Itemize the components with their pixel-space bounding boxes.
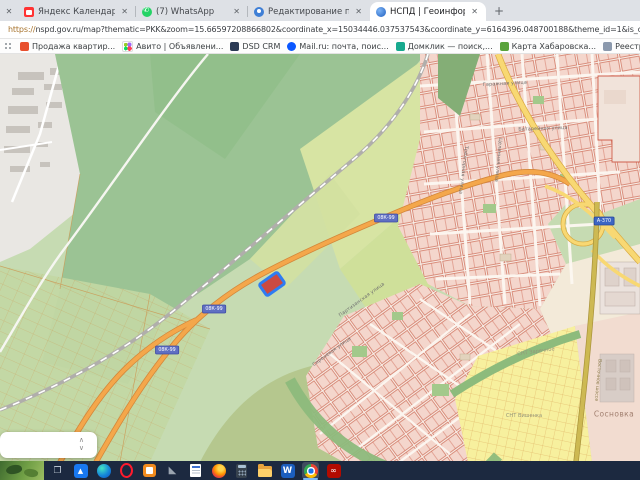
map-bottom-panel[interactable]: ∧ ∨ bbox=[0, 432, 97, 458]
bookmark-label: Карта Хабаровска... bbox=[511, 41, 597, 51]
bookmark-city-map[interactable]: Карта Хабаровска... bbox=[499, 41, 597, 51]
tab-yandex-calendar[interactable]: Яндекс Календарь ✕ bbox=[18, 2, 136, 21]
url-text: nspd.gov.ru/map?thematic=PKK&zoom=15.665… bbox=[35, 25, 640, 34]
opera-icon[interactable] bbox=[118, 462, 135, 479]
bookmark-mailru[interactable]: Mail.ru: почта, поис... bbox=[287, 41, 389, 51]
news-widget-image[interactable] bbox=[0, 461, 44, 480]
windows-taskbar: ❐ ▲ ◣ W ∞ bbox=[0, 461, 640, 480]
crm-favicon bbox=[254, 6, 264, 17]
tab-close-icon[interactable]: ✕ bbox=[353, 7, 364, 16]
road-badge: 08К-99 bbox=[155, 345, 179, 355]
tab-close-icon[interactable]: ✕ bbox=[469, 7, 480, 16]
browser-tab-strip: ✕ Яндекс Календарь ✕ (7) WhatsApp ✕ Реда… bbox=[0, 0, 640, 21]
file-explorer-icon[interactable] bbox=[256, 462, 273, 479]
place-label-sosnovka: Сосновка bbox=[593, 409, 635, 419]
yandex-disk-icon[interactable]: ▲ bbox=[72, 462, 89, 479]
task-view-icon[interactable]: ❐ bbox=[49, 462, 66, 479]
chevron-up-icon[interactable]: ∧ bbox=[79, 436, 84, 444]
city-map-favicon bbox=[499, 41, 509, 51]
bookmark-label: DSD CRM bbox=[242, 41, 281, 51]
url-protocol: https:// bbox=[8, 25, 36, 34]
mailru-favicon bbox=[287, 41, 297, 51]
acrobat-icon[interactable]: ∞ bbox=[325, 462, 342, 479]
tab-label: (7) WhatsApp bbox=[156, 6, 215, 17]
tab-whatsapp[interactable]: (7) WhatsApp ✕ bbox=[136, 2, 248, 21]
apps-grid-icon[interactable] bbox=[4, 41, 13, 51]
screen: ✕ Яндекс Календарь ✕ (7) WhatsApp ✕ Реда… bbox=[0, 0, 640, 480]
edge-icon[interactable] bbox=[95, 462, 112, 479]
tab-label: НСПД | Геоинформационный bbox=[390, 6, 466, 17]
bookmark-label: Реестр объектов н... bbox=[615, 41, 640, 51]
chrome-icon[interactable] bbox=[302, 462, 319, 480]
road-badge: 08К-99 bbox=[202, 304, 226, 314]
bookmark-realty[interactable]: Продажа квартир... bbox=[20, 41, 116, 51]
tool-icon[interactable]: ◣ bbox=[164, 462, 181, 479]
tab-close-icon[interactable]: ✕ bbox=[4, 7, 15, 16]
yandex-calendar-favicon bbox=[24, 6, 34, 17]
bookmark-registry[interactable]: Реестр объектов н... bbox=[603, 41, 640, 51]
dsd-crm-favicon bbox=[230, 41, 240, 51]
firefox-icon[interactable] bbox=[210, 462, 227, 479]
tab-nspd-active[interactable]: НСПД | Геоинформационный ✕ bbox=[370, 2, 486, 21]
calculator-icon[interactable] bbox=[233, 462, 250, 479]
bookmark-avito[interactable]: Авито | Объявлени... bbox=[122, 40, 224, 52]
whatsapp-favicon bbox=[142, 6, 152, 17]
document-icon[interactable] bbox=[187, 462, 204, 479]
realty-favicon bbox=[20, 41, 29, 51]
area-label: СНТ Вишенка bbox=[505, 412, 543, 419]
domclick-favicon bbox=[395, 41, 405, 51]
tab-label: Яндекс Календарь bbox=[38, 6, 116, 17]
tab-stub[interactable]: ✕ bbox=[0, 2, 18, 21]
map-render bbox=[0, 54, 640, 462]
bookmark-dsd-crm[interactable]: DSD CRM bbox=[230, 41, 281, 51]
bookmark-label: Mail.ru: почта, поис... bbox=[299, 41, 389, 51]
registry-favicon bbox=[603, 41, 613, 51]
tab-crm-seller[interactable]: Редактирование продавца с ✕ bbox=[248, 2, 370, 21]
tab-label: Редактирование продавца с bbox=[268, 6, 350, 17]
bookmarks-bar: Продажа квартир... Авито | Объявлени... … bbox=[0, 39, 640, 54]
chevron-down-icon[interactable]: ∨ bbox=[79, 444, 84, 452]
tab-close-icon[interactable]: ✕ bbox=[119, 7, 130, 16]
word-icon[interactable]: W bbox=[279, 462, 296, 479]
bookmark-label: Продажа квартир... bbox=[32, 41, 116, 51]
nspd-favicon bbox=[376, 6, 386, 17]
photos-icon[interactable] bbox=[141, 462, 158, 479]
new-tab-button[interactable]: + bbox=[490, 2, 508, 20]
tab-close-icon[interactable]: ✕ bbox=[231, 7, 242, 16]
map-canvas[interactable]: Гаражная улица Батарейная улица Целинная… bbox=[0, 54, 640, 462]
road-badge: 08К-99 bbox=[374, 213, 398, 223]
road-badge-federal: А-370 bbox=[593, 216, 615, 226]
bookmark-label: Авито | Объявлени... bbox=[136, 41, 224, 51]
bookmark-label: Домклик — поиск,... bbox=[407, 41, 493, 51]
bookmark-domclick[interactable]: Домклик — поиск,... bbox=[395, 41, 493, 51]
avito-favicon bbox=[122, 40, 134, 52]
address-bar[interactable]: https://nspd.gov.ru/map?thematic=PKK&zoo… bbox=[0, 21, 640, 39]
